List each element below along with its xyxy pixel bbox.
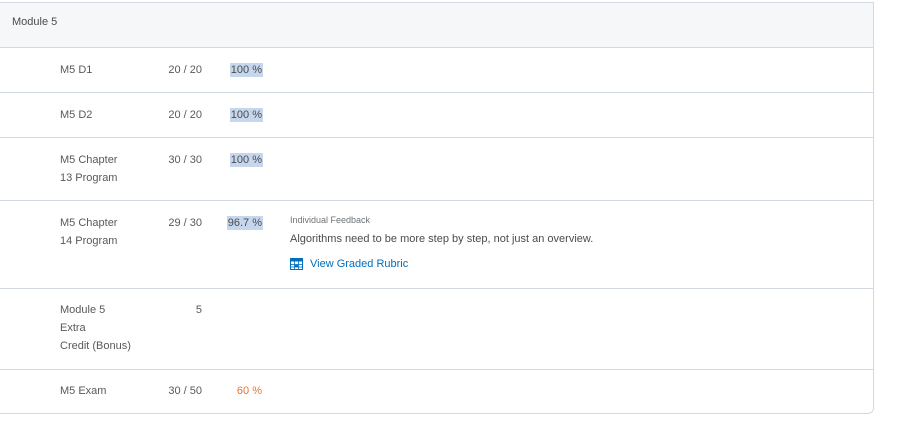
- grade-item-name: M5 D2: [60, 109, 93, 121]
- grade-row-m5-d1: M5 D1 20 / 20 100 %: [0, 48, 873, 93]
- grade-percent: 100 %: [229, 63, 263, 77]
- grade-row-m5-exam: M5 Exam 30 / 50 60 %: [0, 370, 873, 414]
- grade-points: 20 / 20: [168, 109, 202, 121]
- grade-points: 30 / 30: [168, 154, 202, 166]
- individual-feedback: Individual Feedback Algorithms need to b…: [290, 214, 593, 271]
- grade-points: 20 / 20: [168, 64, 202, 76]
- rubric-link-label[interactable]: View Graded Rubric: [310, 257, 408, 271]
- grade-points: 5: [195, 304, 202, 316]
- grade-percent: 100 %: [229, 108, 263, 122]
- grade-item-name: M5 Chapter 13 Program: [60, 154, 118, 184]
- rubric-grid-icon: [290, 258, 303, 270]
- grade-percent: 100 %: [229, 153, 263, 167]
- feedback-label: Individual Feedback: [290, 215, 371, 225]
- grade-item-name: M5 Exam: [60, 385, 107, 397]
- grade-item-name: Module 5 Extra Credit (Bonus): [60, 304, 131, 352]
- module-title: Module 5: [12, 16, 58, 28]
- grade-item-name: M5 D1: [60, 64, 93, 76]
- grade-points: 30 / 50: [168, 385, 202, 397]
- module-header: Module 5: [0, 3, 873, 48]
- view-graded-rubric-link[interactable]: View Graded Rubric: [290, 257, 593, 271]
- grade-points: 29 / 30: [168, 217, 202, 229]
- grade-row-m5-chapter-14: M5 Chapter 14 Program 29 / 30 96.7 % Ind…: [0, 201, 873, 289]
- grade-percent: 60 %: [236, 385, 262, 397]
- grades-table: Module 5 M5 D1 20 / 20 100 % M5 D2 20 / …: [0, 2, 874, 414]
- grade-row-m5-d2: M5 D2 20 / 20 100 %: [0, 93, 873, 138]
- grade-item-name: M5 Chapter 14 Program: [60, 217, 118, 247]
- grade-row-module-5-extra-credit: Module 5 Extra Credit (Bonus) 5: [0, 289, 873, 370]
- grade-percent: 96.7 %: [226, 216, 263, 230]
- feedback-text: Algorithms need to be more step by step,…: [290, 233, 594, 245]
- grade-row-m5-chapter-13: M5 Chapter 13 Program 30 / 30 100 %: [0, 138, 873, 201]
